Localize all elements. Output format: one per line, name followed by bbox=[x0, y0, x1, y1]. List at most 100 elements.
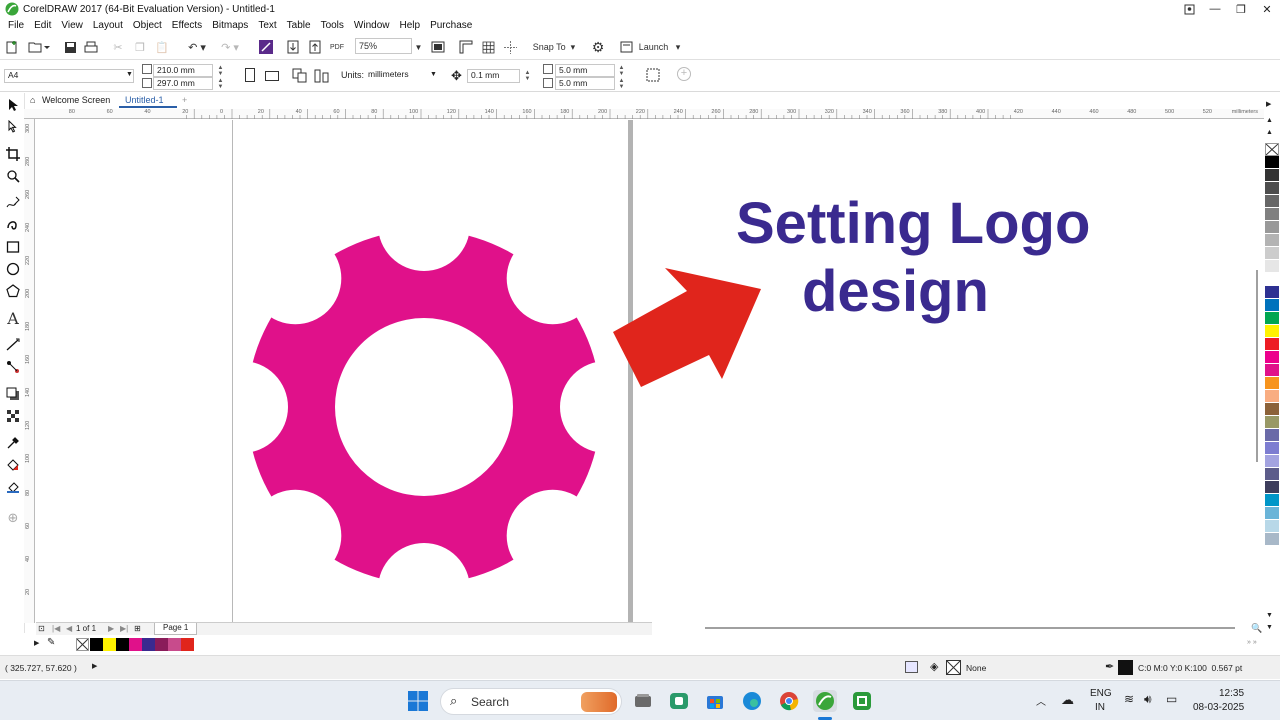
treat-as-filled-icon[interactable] bbox=[645, 67, 661, 83]
menu-effects[interactable]: Effects bbox=[172, 20, 202, 31]
volume-icon[interactable]: 🔊︎ bbox=[1144, 692, 1152, 707]
outline-pen-icon[interactable]: ✒ bbox=[1105, 660, 1114, 673]
palette-swatch[interactable] bbox=[1265, 377, 1279, 390]
tab-welcome-screen[interactable]: ⌂ Welcome Screen bbox=[24, 93, 119, 108]
palette-swatch[interactable] bbox=[1265, 429, 1279, 442]
onedrive-icon[interactable]: ☁ bbox=[1061, 692, 1074, 708]
show-rulers-icon[interactable] bbox=[458, 38, 474, 56]
smart-fill-tool-icon[interactable] bbox=[4, 478, 22, 496]
landscape-icon[interactable] bbox=[265, 71, 279, 81]
palette-swatch[interactable] bbox=[1265, 195, 1279, 208]
horizontal-scrollbar[interactable] bbox=[705, 627, 1235, 629]
menu-help[interactable]: Help bbox=[400, 20, 421, 31]
palette-swatch[interactable] bbox=[1265, 286, 1279, 299]
first-page-icon[interactable]: |◀ bbox=[52, 624, 60, 633]
print-icon[interactable] bbox=[83, 38, 99, 56]
palette-swatch[interactable] bbox=[1265, 533, 1279, 546]
previous-page-icon[interactable]: ◀ bbox=[66, 624, 72, 633]
open-folder-icon[interactable] bbox=[26, 38, 52, 56]
document-palette-swatch[interactable] bbox=[168, 638, 181, 651]
zoom-tool-icon[interactable] bbox=[4, 167, 22, 185]
new-tab-plus-icon[interactable]: + bbox=[179, 93, 193, 108]
task-view-icon[interactable] bbox=[631, 690, 655, 712]
camtasia-icon[interactable] bbox=[850, 690, 874, 712]
menu-text[interactable]: Text bbox=[258, 20, 276, 31]
palette-swatch[interactable] bbox=[1265, 247, 1279, 260]
palette-swatch[interactable] bbox=[1265, 468, 1279, 481]
crop-tool-icon[interactable] bbox=[4, 145, 22, 163]
page-options-icon[interactable]: ⊡ bbox=[38, 624, 45, 633]
export-icon[interactable] bbox=[307, 38, 323, 56]
palette-swatch[interactable] bbox=[1265, 208, 1279, 221]
palette-swatch[interactable] bbox=[1265, 442, 1279, 455]
document-palette-swatch[interactable] bbox=[181, 638, 194, 651]
current-page-icon[interactable] bbox=[314, 68, 330, 84]
duplicate-distance-x-field[interactable]: 5.0 mm bbox=[555, 64, 615, 77]
docker-expand-icon[interactable]: ▶ bbox=[1266, 100, 1271, 108]
document-palette-swatch[interactable] bbox=[116, 638, 129, 651]
units-dropdown[interactable]: millimeters bbox=[365, 69, 440, 83]
horizontal-ruler[interactable]: 80 60 40 20 0 20 40 60 80 100 120 140 160 180 200 220 24… bbox=[24, 109, 1264, 119]
cut-icon[interactable]: ✂ bbox=[110, 38, 126, 56]
drop-shadow-tool-icon[interactable] bbox=[4, 385, 22, 403]
no-color-swatch[interactable] bbox=[1265, 143, 1279, 156]
chrome-browser-icon[interactable] bbox=[777, 690, 801, 712]
logo-heading-line-1[interactable]: Setting Logo bbox=[736, 192, 1090, 256]
phone-link-icon[interactable] bbox=[667, 690, 691, 712]
units-dropdown-arrow-icon[interactable]: ▼ bbox=[430, 71, 437, 78]
menu-layout[interactable]: Layout bbox=[93, 20, 123, 31]
vertical-ruler[interactable]: 300 280 260 240 220 200 180 160 140 120 100 80 60 40 2… bbox=[24, 119, 35, 623]
windows-start-icon[interactable] bbox=[406, 690, 430, 712]
show-guidelines-icon[interactable] bbox=[502, 38, 518, 56]
text-tool-icon[interactable]: A bbox=[4, 309, 22, 328]
artistic-media-tool-icon[interactable] bbox=[4, 215, 22, 233]
connector-tool-icon[interactable] bbox=[4, 358, 22, 376]
close-icon[interactable]: ✕ bbox=[1254, 0, 1280, 18]
transparency-tool-icon[interactable] bbox=[4, 407, 22, 425]
paste-icon[interactable]: 📋 bbox=[154, 38, 170, 56]
wifi-icon[interactable]: ≋ bbox=[1124, 692, 1134, 706]
minimize-icon[interactable]: — bbox=[1202, 0, 1228, 18]
taskbar-search-box[interactable]: ⌕ Search bbox=[440, 688, 622, 715]
launch-dropdown[interactable]: Launch ▾ bbox=[617, 38, 683, 56]
dup-y-spinner[interactable]: ▲ ▼ bbox=[617, 78, 626, 90]
nudge-spinner[interactable]: ▲ ▼ bbox=[523, 70, 532, 82]
palette-swatch[interactable] bbox=[1265, 169, 1279, 182]
undo-icon[interactable]: ↶ ▾ bbox=[183, 38, 211, 56]
search-content-icon[interactable] bbox=[258, 38, 274, 56]
page-height-field[interactable]: 297.0 mm bbox=[153, 77, 213, 90]
language-in[interactable]: IN bbox=[1095, 702, 1105, 713]
rectangle-tool-icon[interactable] bbox=[4, 238, 22, 256]
drawing-canvas[interactable]: Setting Logo design bbox=[36, 120, 1254, 622]
parallel-dimension-tool-icon[interactable] bbox=[4, 336, 22, 354]
palette-swatch[interactable] bbox=[1265, 338, 1279, 351]
palette-swatch[interactable] bbox=[1265, 520, 1279, 533]
palette-swatch[interactable] bbox=[1265, 507, 1279, 520]
zoom-level-field[interactable]: 75% bbox=[355, 38, 412, 54]
dup-x-spinner[interactable]: ▲ ▼ bbox=[617, 65, 626, 77]
palette-swatch[interactable] bbox=[1265, 481, 1279, 494]
outline-color-swatch[interactable] bbox=[1118, 660, 1133, 675]
options-gear-icon[interactable]: ⚙ bbox=[590, 38, 606, 56]
palette-expand-icon[interactable]: » » bbox=[1247, 639, 1257, 646]
fill-none-swatch[interactable] bbox=[946, 660, 961, 675]
status-expand-icon[interactable]: ▶ bbox=[92, 662, 97, 670]
menu-file[interactable]: File bbox=[8, 20, 24, 31]
last-page-icon[interactable]: ▶| bbox=[120, 624, 128, 633]
menu-tools[interactable]: Tools bbox=[321, 20, 344, 31]
page-size-dropdown[interactable]: A4 bbox=[4, 69, 134, 83]
palette-scroll-up-2-icon[interactable]: ▲ bbox=[1266, 129, 1273, 136]
freehand-tool-icon[interactable] bbox=[4, 193, 22, 211]
page-width-field[interactable]: 210.0 mm bbox=[153, 64, 213, 77]
document-palette-swatch[interactable] bbox=[90, 638, 103, 651]
palette-swatch[interactable] bbox=[1265, 325, 1279, 338]
palette-swatch[interactable] bbox=[1265, 390, 1279, 403]
document-palette-swatch[interactable] bbox=[103, 638, 116, 651]
pick-tool-icon[interactable] bbox=[4, 96, 22, 114]
show-grid-icon[interactable] bbox=[480, 38, 496, 56]
palette-scroll-down-icon[interactable]: ▼ bbox=[1266, 612, 1273, 619]
snap-to-dropdown[interactable]: Snap To ▾ bbox=[528, 38, 580, 56]
palette-swatch[interactable] bbox=[1265, 234, 1279, 247]
palette-swatch[interactable] bbox=[1265, 260, 1279, 273]
coreldraw-taskbar-icon[interactable] bbox=[813, 690, 837, 712]
